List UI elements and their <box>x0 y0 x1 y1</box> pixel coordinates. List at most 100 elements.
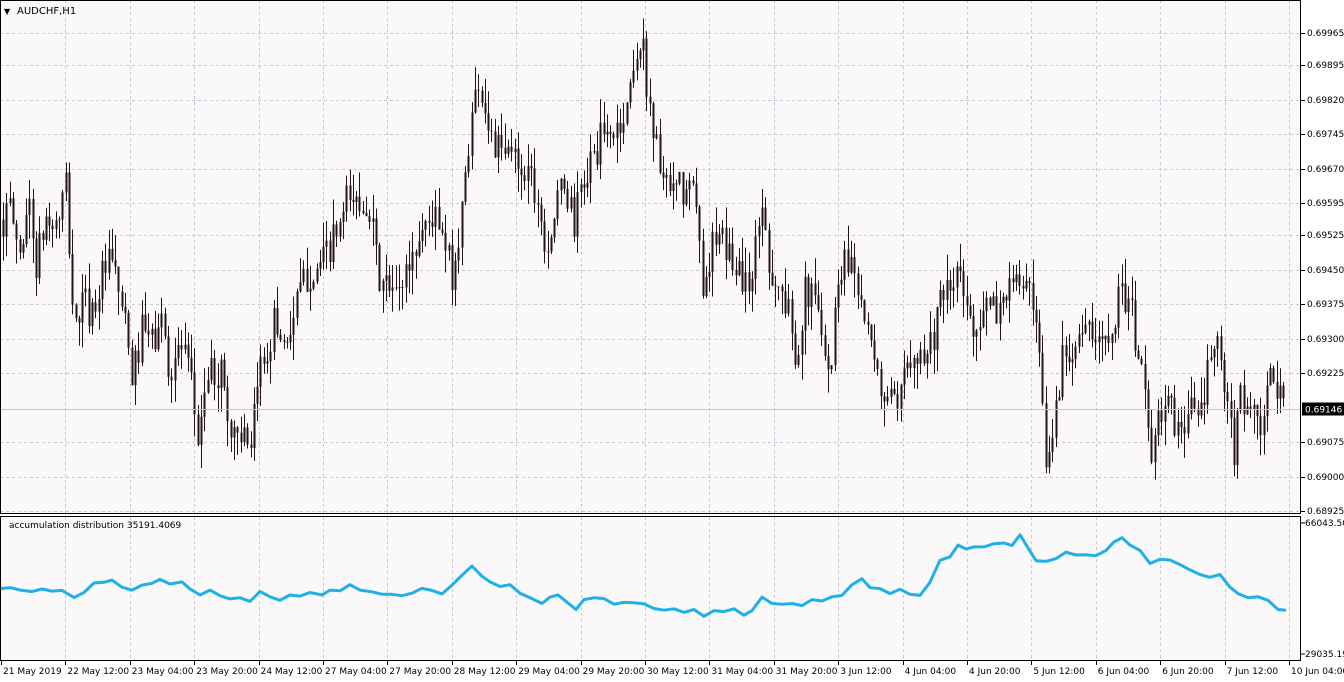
candle-body <box>533 168 536 203</box>
candle-body <box>527 166 530 182</box>
candle-body <box>78 318 81 323</box>
candle-body <box>580 184 583 193</box>
candle-body <box>573 197 576 237</box>
candle-body <box>240 432 243 443</box>
candle-body <box>744 272 747 292</box>
candle-body <box>1180 421 1183 428</box>
candle-body <box>883 396 886 402</box>
price-tick-label: 0.69375 <box>1307 300 1344 310</box>
candle-body <box>728 243 731 260</box>
time-tick-label: 4 Jun 04:00 <box>905 667 957 677</box>
main-chart-background[interactable] <box>0 0 1301 514</box>
candle-body <box>1279 385 1282 399</box>
candle-body <box>523 175 526 182</box>
candle-body <box>791 299 794 334</box>
candle-body <box>626 102 629 124</box>
price-tick-label: 0.69450 <box>1307 266 1344 276</box>
candle-body <box>1111 333 1114 343</box>
candle-body <box>68 172 71 254</box>
candle-body <box>504 147 507 154</box>
price-tick-label: 0.69895 <box>1307 61 1344 71</box>
candle-body <box>200 416 203 445</box>
candle-body <box>309 288 312 292</box>
candle-body <box>1177 421 1180 436</box>
candle-body <box>362 210 365 214</box>
candle-body <box>12 198 15 224</box>
candle-body <box>853 257 856 274</box>
candle-body <box>477 89 480 91</box>
candle-body <box>174 358 177 381</box>
candle-body <box>959 266 962 272</box>
candle-body <box>1005 296 1008 301</box>
candle-body <box>233 427 236 438</box>
candle-body <box>926 353 929 364</box>
candle-body <box>223 359 226 388</box>
candle-body <box>1091 321 1094 340</box>
candle-body <box>114 260 117 267</box>
candle-body <box>913 358 916 369</box>
candle-body <box>1032 282 1035 310</box>
candle-body <box>1190 397 1193 415</box>
candle-body <box>84 288 87 293</box>
candle-body <box>352 199 355 202</box>
candle-body <box>870 324 873 341</box>
candle-body <box>972 316 975 337</box>
candle-body <box>1065 345 1068 357</box>
candle-body <box>804 276 807 331</box>
candle-body <box>992 296 995 306</box>
time-tick-label: 23 May 04:00 <box>132 667 194 677</box>
candle-body <box>936 307 939 351</box>
time-tick-label: 3 Jun 12:00 <box>840 667 892 677</box>
candle-body <box>609 131 612 135</box>
candle-body <box>1233 417 1236 465</box>
candle-body <box>408 264 411 271</box>
candle-body <box>411 251 414 271</box>
candle-body <box>1078 334 1081 347</box>
candle-body <box>1084 324 1087 333</box>
candle-body <box>550 237 553 252</box>
candle-body <box>718 234 721 245</box>
candle-body <box>1246 406 1249 415</box>
candle-body <box>520 168 523 176</box>
candle-body <box>71 253 74 305</box>
candle-body <box>236 427 239 433</box>
candle-body <box>230 421 233 438</box>
candle-body <box>32 198 35 239</box>
time-tick-label: 27 May 20:00 <box>389 667 451 677</box>
candle-body <box>807 276 810 307</box>
candle-body <box>332 224 335 262</box>
candle-body <box>1157 410 1160 436</box>
candle-body <box>431 222 434 227</box>
candle-body <box>61 192 64 220</box>
candle-body <box>537 202 540 205</box>
candle-body <box>949 280 952 291</box>
candle-body <box>1035 309 1038 323</box>
candle-body <box>88 288 91 327</box>
price-tick-label: 0.68925 <box>1307 507 1344 517</box>
candle-body <box>81 292 84 323</box>
candle-body <box>42 233 45 240</box>
candle-body <box>662 172 665 178</box>
candle-body <box>117 266 120 292</box>
candle-body <box>794 333 797 365</box>
candle-body <box>589 151 592 183</box>
candle-body <box>1226 391 1229 402</box>
candle-body <box>121 291 124 307</box>
candle-body <box>253 403 256 448</box>
indicator-panel-background[interactable] <box>0 517 1301 661</box>
candle-body <box>55 220 58 230</box>
candle-body <box>405 264 408 288</box>
chart-menu-dropdown-icon[interactable]: ▼ <box>4 7 11 16</box>
candle-body <box>969 305 972 317</box>
candle-body <box>1022 285 1025 289</box>
candle-body <box>896 393 899 409</box>
candle-body <box>283 340 286 342</box>
candle-body <box>1203 402 1206 405</box>
candle-body <box>556 190 559 219</box>
candle-body <box>448 245 451 251</box>
candle-body <box>464 172 467 202</box>
candle-body <box>1127 298 1130 313</box>
candle-body <box>834 307 837 366</box>
candle-body <box>1117 286 1120 328</box>
time-tick-label: 31 May 20:00 <box>776 667 838 677</box>
